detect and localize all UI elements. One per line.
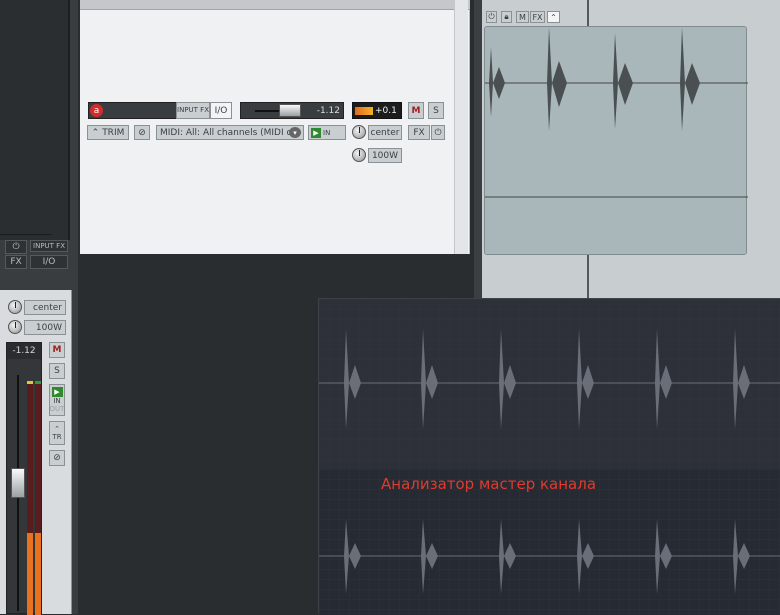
input-fx-label: INPUT FX bbox=[177, 106, 209, 114]
io-button[interactable]: I/O bbox=[30, 255, 68, 269]
meter-left-fill bbox=[27, 533, 33, 615]
io-button[interactable]: I/O bbox=[210, 102, 232, 119]
io-label: I/O bbox=[214, 105, 228, 116]
record-arm-button[interactable]: a bbox=[90, 104, 103, 117]
level-meter: +0.1 bbox=[352, 102, 402, 119]
play-icon: ▶ bbox=[311, 127, 321, 138]
volume-value: -1.12 bbox=[316, 106, 340, 116]
mute-label: M bbox=[411, 105, 421, 116]
item-fx-label: FX bbox=[532, 12, 543, 22]
meter-left bbox=[27, 381, 33, 615]
trim-label: TRIM bbox=[102, 127, 125, 138]
envelope-icon: ⌃ bbox=[91, 127, 100, 138]
width-value: 100W bbox=[35, 322, 62, 333]
record-arm-letter: a bbox=[93, 105, 100, 116]
volume-fader[interactable]: -1.12 bbox=[240, 102, 344, 119]
meter-right-fill bbox=[35, 533, 41, 615]
mute-button[interactable]: M bbox=[408, 102, 424, 119]
meter-left-peak bbox=[27, 381, 33, 384]
fx-button[interactable]: FX bbox=[5, 255, 27, 269]
power-icon[interactable]: ⏻ bbox=[5, 240, 27, 254]
solo-label: S bbox=[433, 105, 439, 116]
arrange-left-border bbox=[474, 0, 482, 300]
mute-label: M bbox=[52, 345, 62, 355]
width-value: 100W bbox=[371, 150, 399, 161]
solo-label: S bbox=[54, 366, 60, 376]
input-fx-button[interactable]: INPUT FX bbox=[30, 240, 68, 252]
fader-handle[interactable] bbox=[11, 467, 25, 498]
width-knob[interactable] bbox=[352, 148, 366, 162]
item-fx-button[interactable]: FX bbox=[530, 11, 545, 23]
fader-handle[interactable] bbox=[279, 104, 301, 117]
fx-bypass-power-icon[interactable]: ⏻ bbox=[431, 125, 445, 140]
fx-button[interactable]: FX bbox=[408, 125, 430, 140]
out-label: OUT bbox=[49, 405, 65, 413]
pan-value: center bbox=[33, 302, 62, 313]
phase-invert-icon[interactable]: ⊘ bbox=[134, 125, 150, 140]
width-knob[interactable] bbox=[8, 320, 22, 334]
trim-button[interactable]: ⌃ TR bbox=[49, 421, 65, 445]
mute-button[interactable]: M bbox=[49, 342, 65, 358]
input-fx-label: INPUT FX bbox=[33, 242, 65, 250]
fx-label: FX bbox=[413, 127, 425, 138]
meter-right-peak bbox=[35, 381, 41, 384]
mixer-channel-strip: center 100W -1.12 M S ▶ IN OUT ⌃ TR ⊘ bbox=[0, 290, 72, 615]
fader-meter-area: -1.12 bbox=[6, 342, 42, 615]
power-icon[interactable]: ⏻ bbox=[486, 11, 497, 23]
envelope-icon[interactable]: ⌃ bbox=[547, 11, 560, 23]
panel-topbar bbox=[80, 0, 470, 10]
master-analyzer: Анализатор мастер канала bbox=[318, 298, 780, 615]
phase-invert-icon[interactable]: ⊘ bbox=[49, 450, 65, 466]
monitor-button[interactable]: ▶ IN bbox=[308, 125, 346, 140]
divider bbox=[0, 234, 52, 235]
solo-button[interactable]: S bbox=[49, 363, 65, 379]
pan-value-field[interactable]: center bbox=[368, 125, 402, 140]
envelope-icon: ⌃ bbox=[54, 425, 60, 433]
analyzer-caption: Анализатор мастер канала bbox=[381, 475, 597, 493]
meter-right bbox=[35, 381, 41, 615]
volume-readout: -1.12 bbox=[7, 343, 41, 359]
analyzer-spectrogram bbox=[319, 299, 780, 615]
pan-value: center bbox=[370, 127, 400, 138]
volume-value: -1.12 bbox=[12, 346, 36, 356]
waveform bbox=[485, 27, 748, 198]
fx-label: FX bbox=[10, 257, 22, 267]
item-mute-label: M bbox=[519, 12, 526, 22]
solo-button[interactable]: S bbox=[428, 102, 444, 119]
play-icon: ▶ bbox=[51, 387, 63, 397]
meter-peak-value: +0.1 bbox=[375, 106, 397, 116]
mixer-strip-top bbox=[0, 0, 70, 240]
item-mute-button[interactable]: M bbox=[516, 11, 529, 23]
tr-label: TR bbox=[52, 433, 62, 441]
meter-fill bbox=[355, 107, 373, 115]
pan-knob[interactable] bbox=[8, 300, 22, 314]
io-label: I/O bbox=[42, 257, 56, 267]
in-label: IN bbox=[53, 397, 61, 405]
pan-knob[interactable] bbox=[352, 125, 366, 139]
trim-button[interactable]: ⌃ TRIM bbox=[87, 125, 129, 140]
pan-value-field[interactable]: center bbox=[24, 300, 66, 315]
width-value-field[interactable]: 100W bbox=[24, 320, 66, 335]
midi-input-value: MIDI: All: All channels (MIDI o bbox=[160, 127, 293, 138]
midi-input-select[interactable]: MIDI: All: All channels (MIDI o ▾ bbox=[156, 125, 304, 140]
chevron-down-icon: ▾ bbox=[289, 127, 301, 138]
lock-icon[interactable]: 🔒︎ bbox=[501, 11, 512, 23]
vertical-scrollbar[interactable] bbox=[454, 0, 468, 254]
input-fx-button[interactable]: INPUT FX bbox=[176, 102, 210, 119]
monitor-button[interactable]: ▶ IN OUT bbox=[49, 384, 65, 416]
monitor-label: IN bbox=[323, 128, 331, 137]
media-item[interactable] bbox=[484, 26, 748, 255]
width-value-field[interactable]: 100W bbox=[368, 148, 402, 163]
track-control-panel: a INPUT FX I/O -1.12 +0.1 M S ⌃ TRIM ⊘ MI… bbox=[80, 0, 470, 254]
